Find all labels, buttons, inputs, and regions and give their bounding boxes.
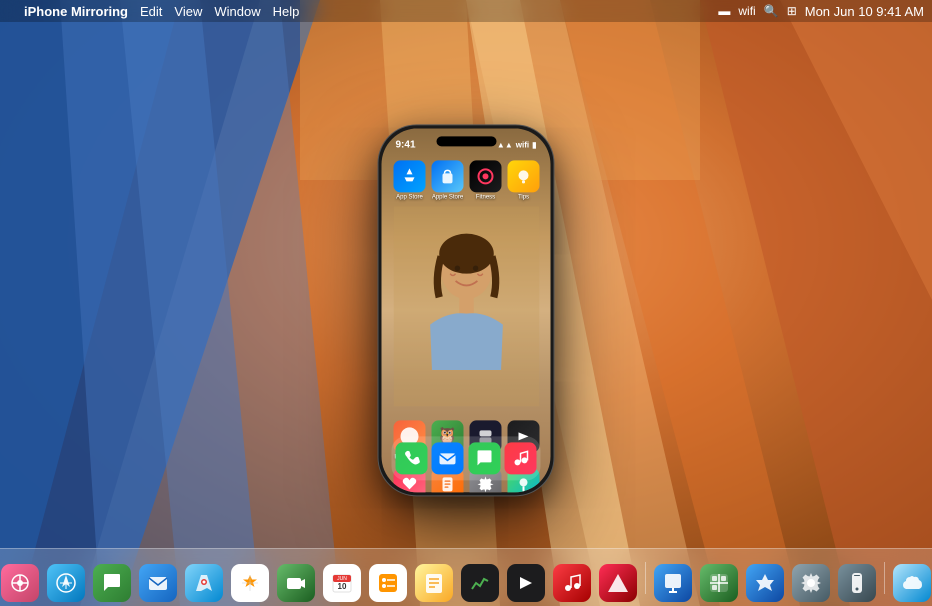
- dock-iphonemir-icon[interactable]: [838, 564, 876, 602]
- menubar-right: ▬ wifi 🔍 ⊞ Mon Jun 10 9:41 AM: [718, 4, 924, 19]
- app-name[interactable]: iPhone Mirroring: [24, 4, 128, 19]
- svg-text:10: 10: [338, 582, 347, 591]
- dock-reminders-wrap[interactable]: [367, 560, 409, 602]
- iphone-dock: [392, 436, 541, 480]
- dock-reminders-icon[interactable]: [369, 564, 407, 602]
- dock-icloud-wrap[interactable]: [891, 560, 932, 602]
- dock-numbers-wrap[interactable]: [698, 560, 740, 602]
- datetime: Mon Jun 10 9:41 AM: [805, 4, 924, 19]
- tips-icon[interactable]: [508, 160, 540, 192]
- dock-numbers-icon[interactable]: [700, 564, 738, 602]
- iphone-status-icons: ▲▲ wifi ▮: [497, 140, 537, 149]
- dock-notes-wrap[interactable]: [413, 560, 455, 602]
- app-icon-wrapper-applestore[interactable]: Apple Store: [432, 160, 464, 200]
- dock-systemprefs-wrap[interactable]: [790, 560, 832, 602]
- dock-launchpad-icon[interactable]: [1, 564, 39, 602]
- app-store-label: App Store: [396, 194, 423, 200]
- fitness-label: Fitness: [476, 194, 495, 200]
- dock-safari-wrap[interactable]: [45, 560, 87, 602]
- dock-calendar-wrap[interactable]: 10JUN: [321, 560, 363, 602]
- battery-icon: ▮: [532, 140, 536, 149]
- dock-icloud-icon[interactable]: [893, 564, 931, 602]
- app-icon-wrapper-appstore[interactable]: App Store: [394, 160, 426, 200]
- dock-facetime-wrap[interactable]: [275, 560, 317, 602]
- dock-launchpad-wrap[interactable]: [0, 560, 41, 602]
- dock-music-mac-wrap[interactable]: [551, 560, 593, 602]
- menu-help[interactable]: Help: [273, 4, 300, 19]
- menu-view[interactable]: View: [174, 4, 202, 19]
- svg-text:JUN: JUN: [337, 576, 347, 582]
- iphone-time: 9:41: [396, 139, 416, 150]
- menu-window[interactable]: Window: [214, 4, 260, 19]
- dock-news-icon[interactable]: [599, 564, 637, 602]
- dock-mail-wrapper[interactable]: [432, 442, 464, 474]
- dock-phone-wrapper[interactable]: [396, 442, 428, 474]
- tips-label: Tips: [518, 194, 529, 200]
- dock-mail-mac-wrap[interactable]: [137, 560, 179, 602]
- dock-messages-wrapper[interactable]: [468, 442, 500, 474]
- dock-mail-mac-icon[interactable]: [139, 564, 177, 602]
- dock-separator: [645, 562, 646, 594]
- battery-icon: ▬: [718, 4, 730, 18]
- mac-dock: 10JUN: [0, 548, 932, 606]
- dock-notes-icon[interactable]: [415, 564, 453, 602]
- dock-photos-wrap[interactable]: [229, 560, 271, 602]
- dock-maps-wrap[interactable]: [183, 560, 225, 602]
- dock-photos-icon[interactable]: [231, 564, 269, 602]
- dock-iphonemir-wrap[interactable]: [836, 560, 878, 602]
- dock-appstore-mac-icon[interactable]: [746, 564, 784, 602]
- desktop: iPhone Mirroring Edit View Window Help ▬…: [0, 0, 932, 606]
- dock-separator-2: [884, 562, 885, 594]
- app-store-icon[interactable]: [394, 160, 426, 192]
- dock-maps-icon[interactable]: [185, 564, 223, 602]
- control-center-icon[interactable]: ⊞: [787, 4, 797, 18]
- dock-safari-icon[interactable]: [47, 564, 85, 602]
- dock-facetime-icon[interactable]: [277, 564, 315, 602]
- dock-messages-icon[interactable]: [468, 442, 500, 474]
- dock-news-wrap[interactable]: [597, 560, 639, 602]
- wifi-icon: wifi: [738, 4, 755, 18]
- dock-messages-mac-icon[interactable]: [93, 564, 131, 602]
- apple-store-label: Apple Store: [432, 194, 463, 200]
- dock-music-wrapper[interactable]: [504, 442, 536, 474]
- app-icon-wrapper-tips[interactable]: Tips: [508, 160, 540, 200]
- person-illustration: [386, 206, 546, 406]
- dock-calendar-icon[interactable]: 10JUN: [323, 564, 361, 602]
- dock-appletv-mac-icon[interactable]: [507, 564, 545, 602]
- dock-keynote-wrap[interactable]: [652, 560, 694, 602]
- iphone-frame[interactable]: 9:41 ▲▲ wifi ▮ App Store: [379, 125, 554, 495]
- app-icon-wrapper-fitness[interactable]: Fitness: [470, 160, 502, 200]
- dock-music-mac-icon[interactable]: [553, 564, 591, 602]
- menubar: iPhone Mirroring Edit View Window Help ▬…: [0, 0, 932, 22]
- menubar-left: iPhone Mirroring Edit View Window Help: [8, 4, 718, 19]
- dock-keynote-icon[interactable]: [654, 564, 692, 602]
- dock-mail-icon[interactable]: [432, 442, 464, 474]
- dock-appstore-mac-wrap[interactable]: [744, 560, 786, 602]
- dock-stocks-icon[interactable]: [461, 564, 499, 602]
- dock-stocks-wrap[interactable]: [459, 560, 501, 602]
- menu-edit[interactable]: Edit: [140, 4, 162, 19]
- apple-store-icon[interactable]: [432, 160, 464, 192]
- dock-systemprefs-icon[interactable]: [792, 564, 830, 602]
- iphone-screen[interactable]: 9:41 ▲▲ wifi ▮ App Store: [382, 128, 551, 492]
- dock-appletv-mac-wrap[interactable]: [505, 560, 547, 602]
- dock-messages-mac-wrap[interactable]: [91, 560, 133, 602]
- fitness-icon[interactable]: [470, 160, 502, 192]
- cellular-icon: ▲▲: [497, 140, 513, 149]
- search-icon[interactable]: 🔍: [764, 4, 779, 18]
- top-apps-row: App Store Apple Store Fitness: [390, 156, 543, 204]
- dock-phone-icon[interactable]: [396, 442, 428, 474]
- wifi-icon: wifi: [516, 140, 529, 149]
- dynamic-island: [436, 136, 496, 146]
- iphone-container: 9:41 ▲▲ wifi ▮ App Store: [379, 125, 554, 495]
- dock-music-icon[interactable]: [504, 442, 536, 474]
